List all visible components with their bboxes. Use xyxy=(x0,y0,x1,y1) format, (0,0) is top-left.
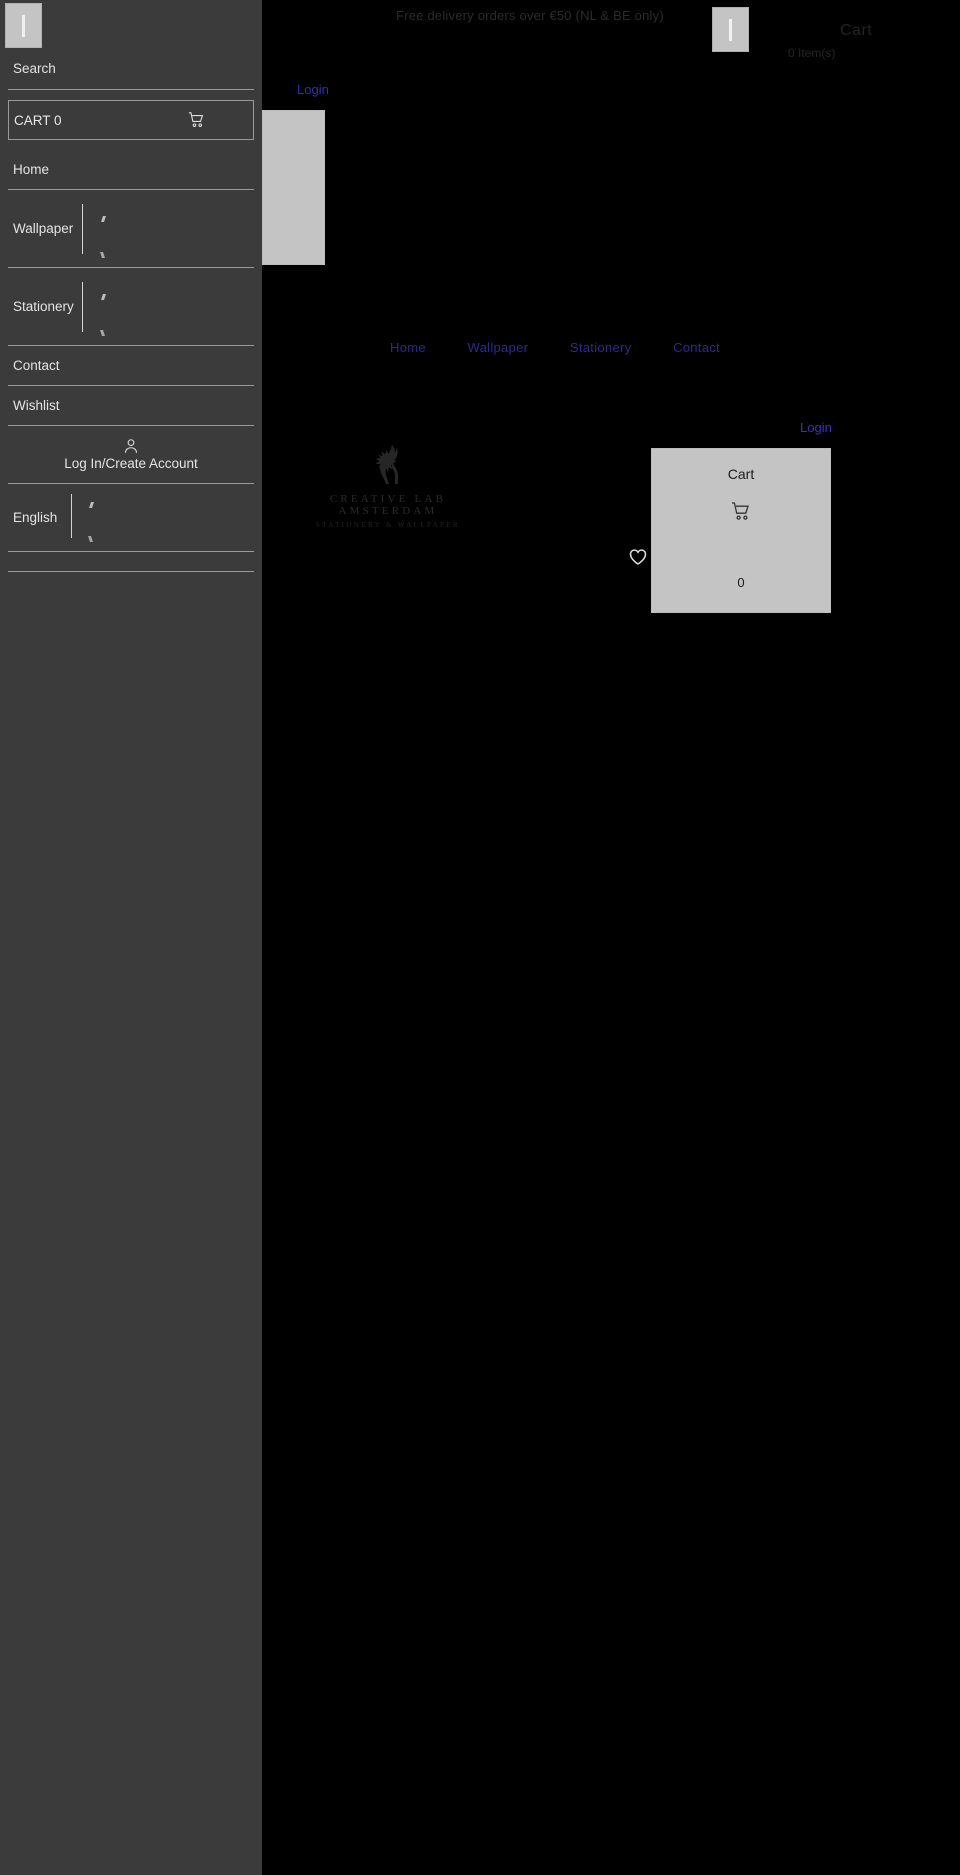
cart-label[interactable]: Cart xyxy=(840,22,872,40)
sidebar-item-label: Contact xyxy=(13,358,60,373)
logo-name: CREATIVE LAB AMSTERDAM xyxy=(329,493,447,517)
sidebar-item-label: Stationery xyxy=(13,299,74,314)
chevron-down-icon xyxy=(82,204,83,254)
sidebar-search-label: Search xyxy=(13,61,56,76)
sidebar-item-wallpaper[interactable]: Wallpaper xyxy=(8,190,254,268)
chevron-down-icon xyxy=(82,282,83,332)
sidebar-bottom-divider xyxy=(8,552,254,572)
main-navigation: Home Wallpaper Stationery Contact xyxy=(390,340,720,355)
submenu-marker-bottom xyxy=(88,536,93,542)
sidebar-cart-label: CART 0 xyxy=(14,112,62,128)
menu-toggle-button[interactable] xyxy=(712,7,749,52)
nav-item-wallpaper[interactable]: Wallpaper xyxy=(468,340,529,355)
shopping-cart-icon xyxy=(188,112,205,128)
close-icon xyxy=(22,14,25,37)
sidebar-item-stationery[interactable]: Stationery xyxy=(8,268,254,346)
cart-panel[interactable]: Cart 0 xyxy=(651,448,831,613)
submenu-marker-top xyxy=(101,216,106,222)
login-link-secondary[interactable]: Login xyxy=(800,420,832,435)
sidebar-item-label: Wishlist xyxy=(13,398,60,413)
logo-figure-icon xyxy=(298,443,478,485)
nav-item-home[interactable]: Home xyxy=(390,340,426,355)
sidebar-item-search[interactable]: Search xyxy=(8,48,254,90)
submenu-marker-bottom xyxy=(100,252,105,258)
sidebar-item-contact[interactable]: Contact xyxy=(8,346,254,386)
sidebar-cart-button[interactable]: CART 0 xyxy=(8,100,254,140)
sidebar-menu: Search CART 0 Home Wallpaper Stationery … xyxy=(8,48,254,572)
hero-placeholder-box xyxy=(262,110,325,265)
site-logo[interactable]: CREATIVE LAB AMSTERDAM STATIONERY & WALL… xyxy=(298,443,478,529)
cart-panel-count: 0 xyxy=(737,575,745,590)
hamburger-icon xyxy=(729,18,732,41)
cart-panel-title: Cart xyxy=(727,466,755,482)
sidebar-drawer: Search CART 0 Home Wallpaper Stationery … xyxy=(0,0,262,1875)
sidebar-item-wishlist[interactable]: Wishlist xyxy=(8,386,254,426)
heart-icon[interactable] xyxy=(628,548,648,568)
page-root: Free delivery orders over €50 (NL & BE o… xyxy=(0,0,960,1875)
sidebar-account-label: Log In/Create Account xyxy=(64,456,198,471)
submenu-marker-top xyxy=(89,502,94,508)
promo-banner: Free delivery orders over €50 (NL & BE o… xyxy=(396,8,664,23)
chevron-down-icon xyxy=(71,494,72,538)
sidebar-language-label: English xyxy=(13,510,58,525)
shopping-cart-icon xyxy=(731,502,751,521)
nav-item-stationery[interactable]: Stationery xyxy=(570,340,632,355)
submenu-marker-bottom xyxy=(100,330,105,336)
login-link-top[interactable]: Login xyxy=(297,82,329,97)
submenu-marker-top xyxy=(101,294,106,300)
cart-items-count: 0 Item(s) xyxy=(788,46,836,60)
sidebar-language-selector[interactable]: English xyxy=(8,484,254,552)
sidebar-item-label: Wallpaper xyxy=(13,221,74,236)
sidebar-item-home[interactable]: Home xyxy=(8,150,254,190)
user-icon xyxy=(123,438,139,454)
sidebar-item-account[interactable]: Log In/Create Account xyxy=(8,426,254,484)
logo-tagline: STATIONERY & WALLPAPER xyxy=(315,521,461,529)
sidebar-item-label: Home xyxy=(13,162,50,177)
sidebar-close-button[interactable] xyxy=(5,3,42,48)
nav-item-contact[interactable]: Contact xyxy=(673,340,720,355)
